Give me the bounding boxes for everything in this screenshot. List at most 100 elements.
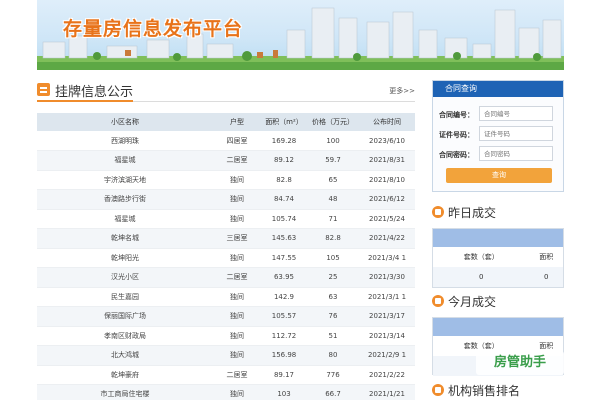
cell-price: 48 xyxy=(307,189,359,210)
cell-community[interactable]: 市工商局住宅楼 xyxy=(37,384,213,400)
listing-section-header: 挂牌信息公示 更多>> xyxy=(37,80,415,102)
cell-date: 2021/1/21 xyxy=(359,384,415,400)
cell-price: 63 xyxy=(307,287,359,307)
cell-price: 80 xyxy=(307,345,359,366)
cell-price: 71 xyxy=(307,209,359,229)
cell-layout: 独间 xyxy=(213,306,261,327)
cell-price: 59.7 xyxy=(307,150,359,171)
more-link[interactable]: 更多>> xyxy=(389,86,415,96)
table-row[interactable]: 福星城 二居室 89.12 59.7 2021/8/31 xyxy=(37,150,415,171)
agency-ranking-title: 机构销售排名 xyxy=(448,384,521,398)
cell-community[interactable]: 北大鸿城 xyxy=(37,345,213,366)
cell-community[interactable]: 乾坤豪府 xyxy=(37,365,213,385)
contract-password-label: 合同密码： xyxy=(439,151,474,159)
contract-number-label: 合同编号： xyxy=(439,111,474,119)
cell-community[interactable]: 福星城 xyxy=(37,150,213,171)
cell-price: 82.8 xyxy=(307,228,359,249)
stat-header-bar xyxy=(433,318,563,336)
cell-layout: 独间 xyxy=(213,189,261,210)
contract-password-input[interactable] xyxy=(479,146,553,161)
cell-date: 2021/3/1 1 xyxy=(359,287,415,307)
column-header-community: 小区名称 xyxy=(37,113,213,131)
cell-price: 100 xyxy=(307,131,359,151)
month-deals-header: 今月成交 xyxy=(432,291,564,311)
id-number-label: 证件号码： xyxy=(439,131,474,139)
cell-community[interactable]: 民生嘉园 xyxy=(37,287,213,307)
cell-layout: 二居室 xyxy=(213,267,261,288)
id-number-input[interactable] xyxy=(479,126,553,141)
cell-date: 2021/3/4 1 xyxy=(359,248,415,268)
table-row[interactable]: 乾坤名城 三居室 145.63 82.8 2021/4/22 xyxy=(37,228,415,249)
cell-date: 2021/8/10 xyxy=(359,170,415,190)
cell-date: 2021/3/17 xyxy=(359,306,415,327)
table-row[interactable]: 乾坤豪府 二居室 89.17 776 2021/2/22 xyxy=(37,365,415,385)
listing-section-title: 挂牌信息公示 xyxy=(55,85,134,100)
cell-layout: 独间 xyxy=(213,287,261,307)
contract-number-row: 合同编号： xyxy=(439,106,561,122)
cell-community[interactable]: 香澳路步行街 xyxy=(37,189,213,210)
cell-price: 25 xyxy=(307,267,359,288)
cell-date: 2021/5/24 xyxy=(359,209,415,229)
stat-header-row: 套数（套） 面积 xyxy=(433,247,563,267)
listing-table: 小区名称 户型 面积（m²） 价格（万元） 公布时间 西湖明珠 四居室 169.28… xyxy=(37,113,415,400)
table-row[interactable]: 西湖明珠 四居室 169.28 100 2023/6/10 xyxy=(37,131,415,151)
table-row[interactable]: 香澳路步行街 独间 84.74 48 2021/6/12 xyxy=(37,189,415,210)
cell-community[interactable]: 汉光小区 xyxy=(37,267,213,288)
cell-layout: 独间 xyxy=(213,170,261,190)
month-deals-title: 今月成交 xyxy=(448,295,497,309)
area-header: 面积 xyxy=(539,253,554,261)
cell-community[interactable]: 西湖明珠 xyxy=(37,131,213,151)
yesterday-deals-title: 昨日成交 xyxy=(448,206,497,220)
units-header: 套数（套） xyxy=(463,253,499,261)
yesterday-deals-header: 昨日成交 xyxy=(432,202,564,222)
table-row[interactable]: 北大鸿城 独间 156.98 80 2021/2/9 1 xyxy=(37,345,415,366)
cell-community[interactable]: 保丽国际广场 xyxy=(37,306,213,327)
column-header-area: 面积（m²） xyxy=(261,113,307,131)
table-row[interactable]: 宇济滨湖天地 独间 82.8 65 2021/8/10 xyxy=(37,170,415,190)
cell-area: 84.74 xyxy=(261,189,307,210)
table-row[interactable]: 孝南区财政局 独间 112.72 51 2021/3/14 xyxy=(37,326,415,346)
cell-area: 156.98 xyxy=(261,345,307,366)
table-row[interactable]: 乾坤阳光 独间 147.55 105 2021/3/4 1 xyxy=(37,248,415,268)
cell-layout: 独间 xyxy=(213,345,261,366)
table-row[interactable]: 民生嘉园 独间 142.9 63 2021/3/1 1 xyxy=(37,287,415,307)
list-icon xyxy=(37,83,50,96)
cell-area: 112.72 xyxy=(261,326,307,346)
table-row[interactable]: 福星城 独间 105.74 71 2021/5/24 xyxy=(37,209,415,229)
units-value: 0 xyxy=(479,273,484,281)
table-header-row: 小区名称 户型 面积（m²） 价格（万元） 公布时间 xyxy=(37,113,415,131)
yesterday-deals-table: 套数（套） 面积 0 0 xyxy=(432,228,564,288)
section-underline xyxy=(37,100,133,102)
cell-community[interactable]: 福星城 xyxy=(37,209,213,229)
cell-layout: 独间 xyxy=(213,248,261,268)
calendar-icon xyxy=(432,295,444,307)
contract-number-input[interactable] xyxy=(479,106,553,121)
cell-community[interactable]: 乾坤阳光 xyxy=(37,248,213,268)
query-button[interactable]: 查询 xyxy=(446,168,552,183)
cell-area: 145.63 xyxy=(261,228,307,249)
cell-date: 2021/8/31 xyxy=(359,150,415,171)
cell-price: 65 xyxy=(307,170,359,190)
table-row[interactable]: 汉光小区 二居室 63.95 25 2021/3/30 xyxy=(37,267,415,288)
header-banner: 存量房信息发布平台 xyxy=(37,0,564,70)
table-row[interactable]: 保丽国际广场 独间 105.57 76 2021/3/17 xyxy=(37,306,415,327)
table-row[interactable]: 市工商局住宅楼 独间 103 66.7 2021/1/21 xyxy=(37,384,415,400)
column-header-price: 价格（万元） xyxy=(307,113,359,131)
area-header: 面积 xyxy=(539,342,554,350)
cell-community[interactable]: 乾坤名城 xyxy=(37,228,213,249)
area-value: 0 xyxy=(544,273,549,281)
cell-community[interactable]: 孝南区财政局 xyxy=(37,326,213,346)
cell-area: 169.28 xyxy=(261,131,307,151)
agency-ranking-header: 机构销售排名 xyxy=(432,380,564,400)
cell-price: 66.7 xyxy=(307,384,359,400)
cell-price: 776 xyxy=(307,365,359,385)
cell-area: 142.9 xyxy=(261,287,307,307)
cell-date: 2021/3/14 xyxy=(359,326,415,346)
cell-layout: 独间 xyxy=(213,384,261,400)
cell-area: 147.55 xyxy=(261,248,307,268)
stat-value-row: 0 0 xyxy=(433,267,563,287)
cell-community[interactable]: 宇济滨湖天地 xyxy=(37,170,213,190)
cell-date: 2023/6/10 xyxy=(359,131,415,151)
column-header-date: 公布时间 xyxy=(359,113,415,131)
cell-area: 103 xyxy=(261,384,307,400)
